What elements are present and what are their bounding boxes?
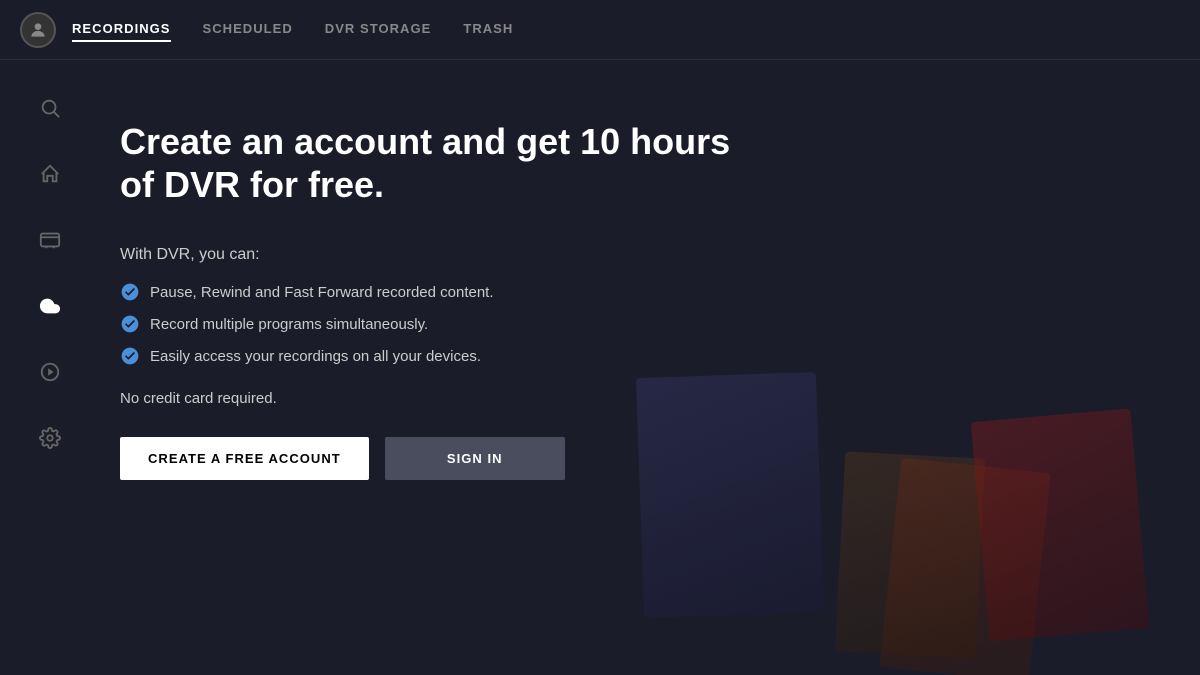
dvr-intro-text: With DVR, you can: — [120, 246, 760, 264]
settings-icon — [39, 427, 61, 449]
tab-recordings[interactable]: RECORDINGS — [72, 17, 171, 42]
sidebar-item-home[interactable] — [32, 156, 68, 192]
sign-in-button[interactable]: SIGN IN — [385, 437, 565, 480]
cloud-icon — [39, 295, 61, 317]
action-buttons: CREATE A FREE ACCOUNT SIGN IN — [120, 437, 760, 480]
tab-scheduled[interactable]: SCHEDULED — [203, 17, 293, 42]
no-credit-card-text: No credit card required. — [120, 390, 760, 407]
feature-text-1: Pause, Rewind and Fast Forward recorded … — [150, 284, 494, 301]
check-circle-icon-2 — [120, 314, 140, 334]
user-avatar[interactable] — [20, 12, 56, 48]
guide-icon — [39, 229, 61, 251]
main-content: Create an account and get 10 hours of DV… — [100, 60, 800, 520]
page-title: Create an account and get 10 hours of DV… — [120, 120, 760, 206]
sidebar — [0, 60, 100, 675]
home-icon — [39, 163, 61, 185]
nav-tab-list: RECORDINGS SCHEDULED DVR STORAGE TRASH — [72, 17, 513, 42]
user-icon — [28, 20, 48, 40]
check-circle-icon-3 — [120, 346, 140, 366]
feature-text-2: Record multiple programs simultaneously. — [150, 316, 428, 333]
feature-item-2: Record multiple programs simultaneously. — [120, 314, 760, 334]
sidebar-item-search[interactable] — [32, 90, 68, 126]
sidebar-item-settings[interactable] — [32, 420, 68, 456]
tab-trash[interactable]: TRASH — [463, 17, 513, 42]
search-icon — [39, 97, 61, 119]
feature-list: Pause, Rewind and Fast Forward recorded … — [120, 282, 760, 366]
tab-dvr-storage[interactable]: DVR STORAGE — [325, 17, 432, 42]
top-navigation: RECORDINGS SCHEDULED DVR STORAGE TRASH — [0, 0, 1200, 60]
create-account-button[interactable]: CREATE A FREE ACCOUNT — [120, 437, 369, 480]
play-circle-icon — [39, 361, 61, 383]
sidebar-item-dvr[interactable] — [32, 288, 68, 324]
feature-item-3: Easily access your recordings on all you… — [120, 346, 760, 366]
sidebar-item-on-demand[interactable] — [32, 354, 68, 390]
check-circle-icon-1 — [120, 282, 140, 302]
sidebar-item-guide[interactable] — [32, 222, 68, 258]
feature-text-3: Easily access your recordings on all you… — [150, 348, 481, 365]
bg-card-4 — [971, 408, 1150, 641]
feature-item-1: Pause, Rewind and Fast Forward recorded … — [120, 282, 760, 302]
